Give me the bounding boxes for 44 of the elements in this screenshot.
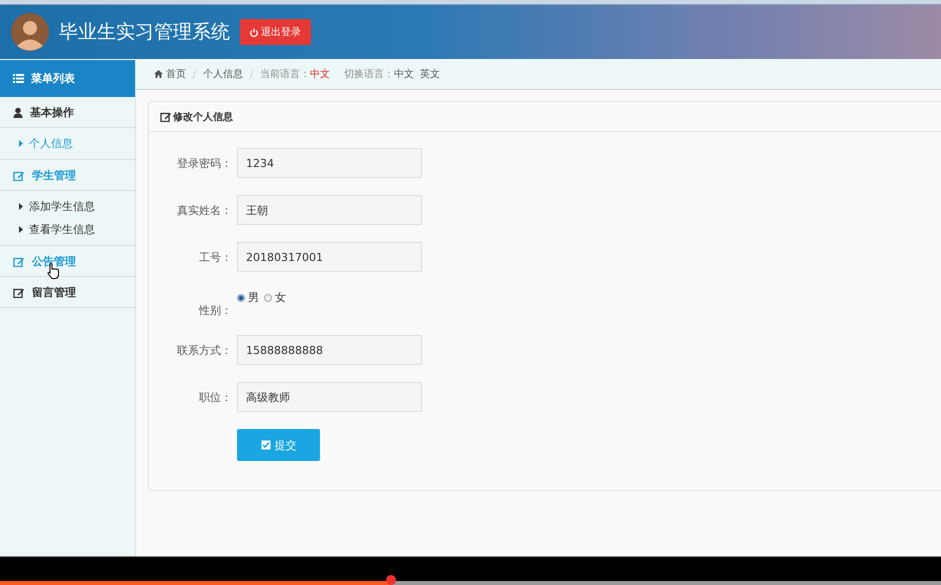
caret-icon xyxy=(19,140,23,147)
current-language: 中文 xyxy=(310,68,330,81)
field-label: 登录密码： xyxy=(176,156,233,170)
edit-icon xyxy=(13,256,25,266)
radio-label[interactable]: 女 xyxy=(275,290,286,305)
app-title: 毕业生实习管理系统 xyxy=(59,20,230,45)
language-label: 当前语言： xyxy=(260,68,310,81)
menu-item[interactable]: 查看学生信息 xyxy=(0,218,135,241)
progress-track[interactable] xyxy=(0,575,941,585)
power-icon xyxy=(250,28,258,36)
caret-icon xyxy=(19,226,23,233)
input-field[interactable]: 15888888888 xyxy=(237,335,422,365)
edit-icon xyxy=(160,111,172,122)
radio-button[interactable] xyxy=(264,294,272,302)
edit-icon xyxy=(13,286,25,298)
breadcrumb-link[interactable]: 个人信息 xyxy=(203,67,243,81)
switch-language-label: 切换语言： xyxy=(344,68,394,81)
language-link[interactable]: 中文 xyxy=(394,67,414,81)
input-field[interactable]: 20180317001 xyxy=(237,242,422,272)
input-field[interactable]: 1234 xyxy=(237,148,422,178)
field-label: 联系方式： xyxy=(176,342,233,358)
breadcrumb-link[interactable]: 首页 xyxy=(154,67,186,81)
field-label: 性别： xyxy=(198,303,233,318)
language-link[interactable]: 英文 xyxy=(420,67,440,81)
home-icon xyxy=(154,70,163,78)
check-square-icon xyxy=(260,440,270,450)
user-icon xyxy=(13,106,23,118)
field-label: 工号： xyxy=(198,250,233,264)
avatar-icon xyxy=(11,13,49,51)
menu-title: 菜单列表 xyxy=(31,71,75,86)
menu-section[interactable]: 基本操作 xyxy=(0,97,135,128)
menu-item[interactable]: 添加学生信息 xyxy=(0,195,135,218)
caret-icon xyxy=(19,203,23,210)
panel-title: 修改个人信息 xyxy=(173,110,233,124)
field-label: 真实姓名： xyxy=(176,202,233,218)
radio-button[interactable] xyxy=(237,294,245,302)
field-label: 职位： xyxy=(198,390,233,404)
input-field[interactable]: 王朝 xyxy=(237,195,422,225)
list-icon xyxy=(13,74,24,83)
edit-icon xyxy=(13,170,25,180)
radio-label[interactable]: 男 xyxy=(248,290,259,305)
progress-handle[interactable] xyxy=(386,575,396,585)
input-field[interactable]: 高级教师 xyxy=(237,382,422,412)
logout-button[interactable]: 退出登录 xyxy=(240,19,311,45)
